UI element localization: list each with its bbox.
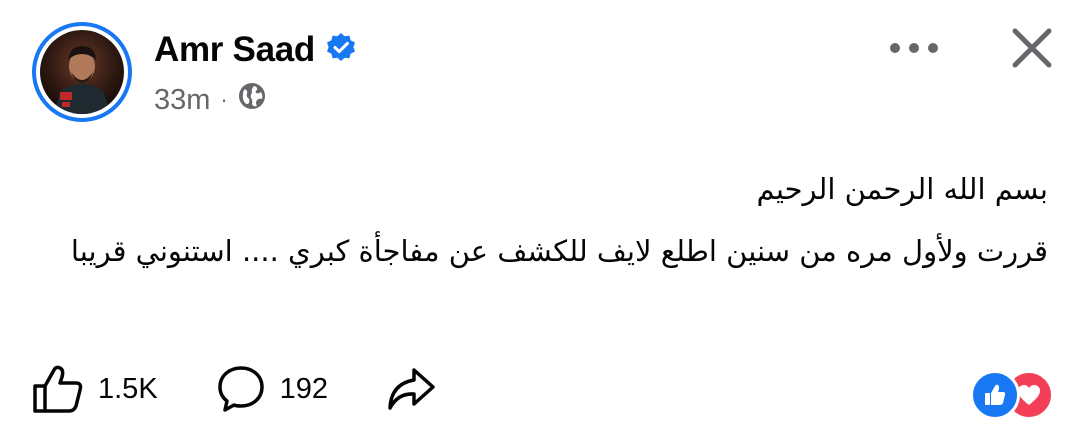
like-count: 1.5K (98, 372, 158, 405)
share-icon (388, 368, 435, 410)
post-paragraph: بسم الله الرحمن الرحيم (756, 172, 1048, 206)
meta-separator: · (220, 87, 228, 112)
more-options-icon (890, 43, 938, 53)
comment-count: 192 (279, 372, 329, 405)
post-header: Amr Saad 33m · (32, 22, 1062, 132)
like-button[interactable]: 1.5K (32, 364, 158, 414)
action-bar: 1.5K 192 (32, 364, 494, 414)
author-name[interactable]: Amr Saad (154, 30, 315, 70)
avatar[interactable] (40, 30, 124, 114)
avatar-story-ring[interactable] (32, 22, 132, 122)
comment-icon (217, 366, 264, 412)
post-paragraph: قررت ولأول مره من سنين اطلع لايف للكشف ع… (70, 234, 1048, 268)
post-body: بسم الله الرحمن الرحيم قررت ولأول مره من… (68, 158, 1048, 282)
reaction-summary[interactable] (970, 370, 1054, 420)
close-button[interactable] (1006, 22, 1058, 74)
avatar-photo (40, 30, 124, 114)
post-timestamp[interactable]: 33m (154, 84, 210, 117)
close-icon (1012, 28, 1052, 68)
share-button[interactable] (386, 366, 436, 412)
verified-badge-icon (325, 32, 357, 69)
comment-button[interactable]: 192 (216, 364, 328, 414)
thumbs-up-icon (33, 365, 83, 413)
more-options-button[interactable] (884, 28, 944, 68)
globe-icon[interactable] (238, 82, 266, 118)
like-reaction-icon (970, 370, 1020, 420)
